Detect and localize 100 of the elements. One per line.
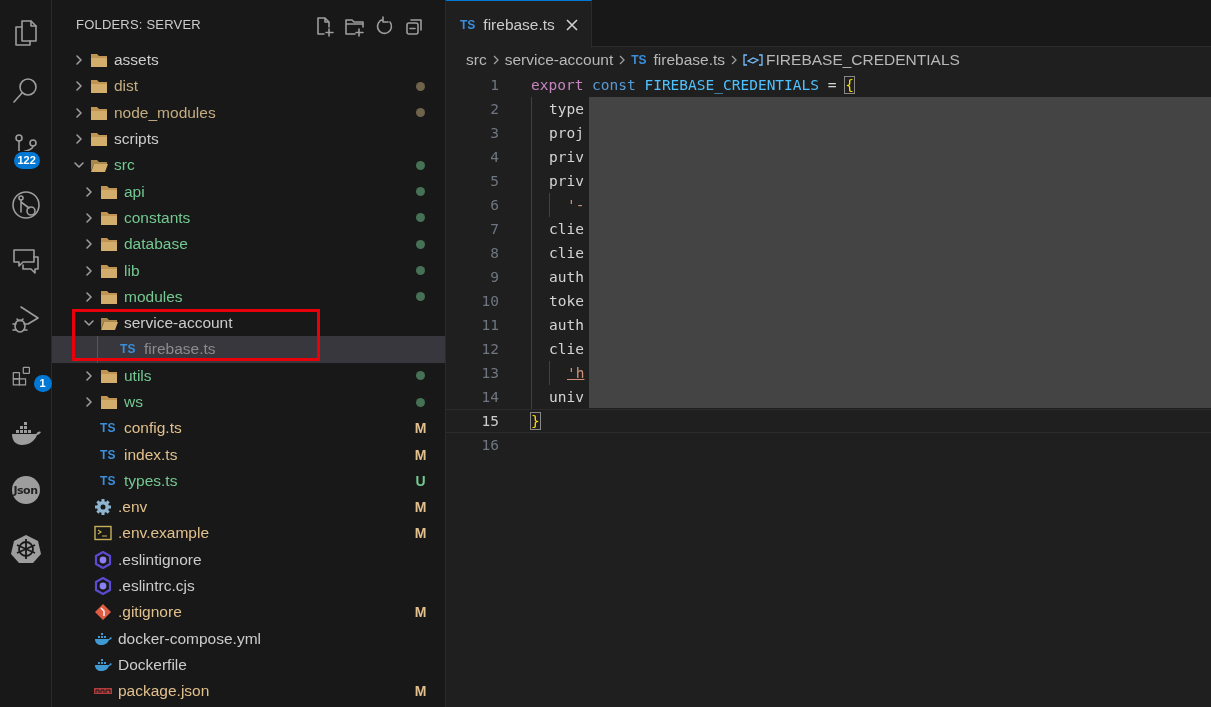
line-number: 12 xyxy=(480,341,499,357)
git-status-label: M xyxy=(414,683,427,700)
breadcrumb-item[interactable]: FIREBASE_CREDENTIALS xyxy=(743,51,960,69)
editor-tab[interactable]: TS firebase.ts xyxy=(446,0,592,48)
count-badge: 122 xyxy=(13,151,40,169)
code-token: univ xyxy=(549,389,584,405)
tree-item[interactable]: .env M xyxy=(52,494,445,521)
npm-icon xyxy=(94,686,112,697)
refresh-icon[interactable] xyxy=(374,16,395,37)
variable-icon xyxy=(743,53,764,67)
git-status-label: M xyxy=(414,446,427,463)
hexagon-icon xyxy=(94,550,112,569)
tree-item[interactable]: .eslintignore xyxy=(52,546,445,573)
tree-item[interactable]: api xyxy=(52,178,445,205)
line-number: 4 xyxy=(489,149,499,165)
line-number: 1 xyxy=(489,77,499,93)
tree-item[interactable]: Dockerfile xyxy=(52,651,445,679)
new-file-icon[interactable] xyxy=(314,16,335,37)
git-status-label: M xyxy=(414,525,427,542)
tree-item[interactable]: node_modules xyxy=(52,99,445,126)
chevron-icon xyxy=(73,133,85,146)
tree-item[interactable]: modules xyxy=(52,283,445,310)
tree-item[interactable]: docker-compose.yml xyxy=(52,625,445,652)
code-token: auth xyxy=(549,269,584,285)
chevron-icon xyxy=(83,290,95,303)
tree-item[interactable]: assets xyxy=(52,47,445,74)
code-token: toke xyxy=(549,293,584,309)
code-token: { xyxy=(845,77,854,93)
line-number: 6 xyxy=(489,197,499,213)
code-token: export xyxy=(531,77,584,93)
helm-wheel-icon[interactable] xyxy=(10,533,41,564)
code-token: FIREBASE_CREDENTIALS xyxy=(644,77,820,93)
line-number: 2 xyxy=(489,101,499,117)
folder-icon xyxy=(100,209,118,226)
code-token: = xyxy=(827,77,837,93)
collapse-all-icon[interactable] xyxy=(404,16,425,37)
typescript-icon: TS xyxy=(460,17,476,32)
tree-item[interactable]: lib xyxy=(52,257,445,284)
tree-item[interactable]: TS types.ts U xyxy=(52,467,445,495)
tree-item[interactable]: .eslintrc.cjs xyxy=(52,572,445,600)
tree-item[interactable]: dist xyxy=(52,73,445,100)
breadcrumb-item[interactable]: src xyxy=(466,51,487,69)
chevron-icon xyxy=(83,185,95,198)
line-number: 16 xyxy=(480,437,499,453)
terminal-icon xyxy=(94,525,112,542)
line-number: 9 xyxy=(489,269,499,285)
count-badge: 1 xyxy=(33,374,52,392)
run-debug-icon[interactable] xyxy=(10,304,41,335)
git-status-label: M xyxy=(414,420,427,437)
tree-item[interactable]: TS index.ts M xyxy=(52,441,445,468)
typescript-icon: TS xyxy=(120,342,136,357)
git-status-label: M xyxy=(414,604,427,621)
breadcrumb-item[interactable]: service-account xyxy=(504,51,614,69)
chevron-icon xyxy=(73,106,85,119)
code-token: 'h xyxy=(567,365,585,381)
hexagon-icon xyxy=(94,577,112,596)
chevron-icon xyxy=(83,238,95,251)
breadcrumb-item[interactable]: TS firebase.ts xyxy=(631,51,726,69)
chevron-icon xyxy=(73,54,85,67)
tree-item[interactable]: service-account xyxy=(52,309,445,337)
folder-icon xyxy=(100,183,118,200)
chevron-icon xyxy=(83,211,95,224)
tree-item[interactable]: src xyxy=(52,152,445,179)
folder-icon xyxy=(100,236,118,253)
typescript-icon: TS xyxy=(100,447,116,462)
folder-icon xyxy=(100,288,118,305)
code-token: type xyxy=(549,101,584,117)
tree-item[interactable]: ws xyxy=(52,388,445,416)
panel-title: FOLDERS: SERVER xyxy=(76,17,202,33)
tree-item[interactable]: .env.example M xyxy=(52,520,445,547)
code-token: priv xyxy=(549,173,584,189)
code-token: clie xyxy=(549,341,584,357)
folder-icon xyxy=(90,131,108,148)
code-token: const xyxy=(592,77,636,93)
chevron-icon xyxy=(73,80,85,93)
json-icon[interactable]: Json xyxy=(11,476,40,505)
chevron-icon xyxy=(83,369,95,382)
git-status-label: U xyxy=(414,472,427,489)
tree-item[interactable]: constants xyxy=(52,204,445,232)
folder-icon xyxy=(100,394,118,410)
code-token: priv xyxy=(549,149,584,165)
tree-item[interactable]: database xyxy=(52,231,445,258)
whale-icon xyxy=(94,657,112,672)
typescript-icon: TS xyxy=(631,53,647,67)
new-folder-icon[interactable] xyxy=(344,16,365,37)
typescript-icon: TS xyxy=(100,421,116,436)
line-number: 7 xyxy=(489,221,499,237)
branch-search-icon[interactable] xyxy=(10,189,41,220)
tree-item[interactable]: .gitignore M xyxy=(52,599,445,626)
tree-item[interactable]: utils xyxy=(52,362,445,389)
tree-item[interactable]: TS config.ts M xyxy=(52,415,445,442)
folder-icon xyxy=(90,52,108,69)
chevron-icon xyxy=(83,396,95,408)
line-number: 5 xyxy=(489,173,499,189)
diamond-icon xyxy=(94,603,112,622)
folder-icon xyxy=(90,78,108,95)
git-status-label: M xyxy=(414,499,427,516)
tree-item[interactable]: scripts xyxy=(52,125,445,153)
code-token: clie xyxy=(549,221,584,237)
tree-item[interactable]: package.json M xyxy=(52,678,445,705)
